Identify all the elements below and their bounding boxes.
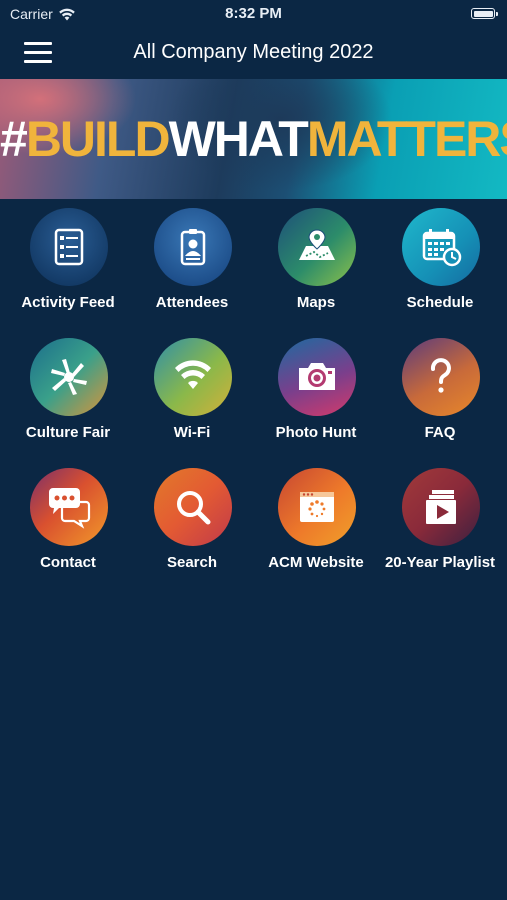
activity-feed-icon (30, 208, 108, 286)
page-title: All Company Meeting 2022 (133, 41, 374, 63)
tile-acm-website[interactable]: ACM Website (253, 468, 379, 586)
tile-maps[interactable]: Maps (253, 208, 379, 326)
badge-icon (154, 208, 232, 286)
status-time: 8:32 PM (225, 5, 282, 22)
map-icon (278, 208, 356, 286)
tile-label: Attendees (155, 294, 229, 311)
tile-label: FAQ (424, 424, 456, 441)
hands-icon (30, 338, 108, 416)
build-what-matters-banner: #BUILDWHATMATTERS (0, 79, 507, 199)
tile-attendees[interactable]: Attendees (129, 208, 255, 326)
tile-label: Photo Hunt (275, 424, 357, 441)
tile-label: Schedule (406, 294, 474, 311)
banner-slogan: #BUILDWHATMATTERS (0, 109, 507, 169)
wifi-icon (154, 338, 232, 416)
tile-photo-hunt[interactable]: Photo Hunt (253, 338, 379, 456)
chat-icon (30, 468, 108, 546)
tile-label: 20-Year Playlist (384, 554, 496, 571)
tile-label: Maps (296, 294, 336, 311)
tile-label: Contact (40, 554, 96, 571)
tile-schedule[interactable]: Schedule (377, 208, 503, 326)
tile-label: Activity Feed (21, 294, 115, 311)
tile-label: ACM Website (268, 554, 364, 571)
tile-label: Wi-Fi (173, 424, 211, 441)
tile-20-year-playlist[interactable]: 20-Year Playlist (377, 468, 503, 586)
browser-icon (278, 468, 356, 546)
camera-icon (278, 338, 356, 416)
battery-level (473, 10, 493, 17)
banner-hash: # (0, 111, 28, 167)
banner-build: BUILD (25, 111, 171, 167)
tile-search[interactable]: Search (129, 468, 255, 586)
tile-label: Culture Fair (25, 424, 111, 441)
tile-activity-feed[interactable]: Activity Feed (5, 208, 131, 326)
tile-label: Search (166, 554, 218, 571)
banner-what: WHAT (168, 111, 309, 167)
playlist-icon (402, 468, 480, 546)
banner-matters: MATTERS (306, 111, 507, 167)
navigation-bar: All Company Meeting 2022 (0, 28, 507, 78)
question-icon (402, 338, 480, 416)
tile-culture-fair[interactable]: Culture Fair (5, 338, 131, 456)
tile-contact[interactable]: Contact (5, 468, 131, 586)
search-icon (154, 468, 232, 546)
status-bar: Carrier 8:32 PM (0, 0, 507, 28)
tile-faq[interactable]: FAQ (377, 338, 503, 456)
tile-wifi[interactable]: Wi-Fi (129, 338, 255, 456)
calendar-icon (402, 208, 480, 286)
battery-icon (471, 8, 498, 19)
